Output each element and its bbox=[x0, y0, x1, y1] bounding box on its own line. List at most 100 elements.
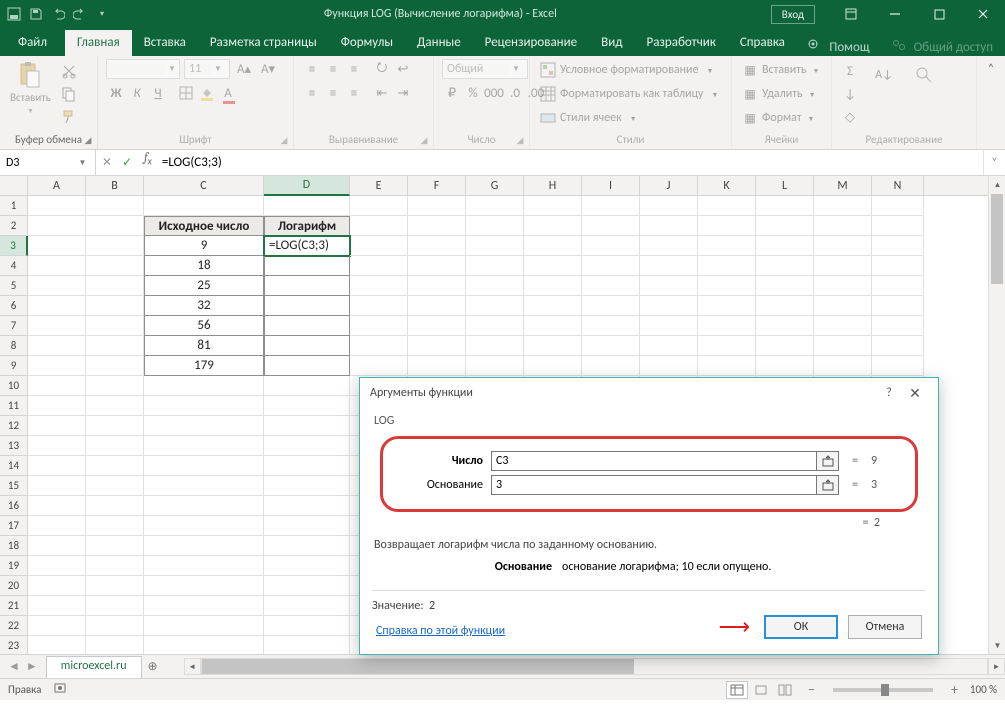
cell[interactable] bbox=[698, 216, 756, 236]
font-color-icon[interactable]: A bbox=[218, 83, 238, 103]
cell[interactable] bbox=[264, 516, 350, 536]
col-header[interactable]: N bbox=[872, 176, 924, 195]
cell[interactable] bbox=[144, 576, 264, 596]
cell[interactable] bbox=[144, 396, 264, 416]
cell[interactable] bbox=[264, 196, 350, 216]
cell[interactable] bbox=[350, 236, 408, 256]
range-picker-icon[interactable] bbox=[817, 475, 839, 495]
row-header[interactable]: 8 bbox=[0, 336, 28, 356]
cell[interactable] bbox=[86, 196, 144, 216]
cell[interactable] bbox=[28, 576, 86, 596]
sheet-tab[interactable]: microexcel.ru bbox=[46, 656, 142, 678]
cell[interactable] bbox=[144, 596, 264, 616]
align-mid-icon[interactable]: ≡ bbox=[323, 59, 343, 79]
tab-file[interactable]: Файл bbox=[0, 30, 65, 56]
autosave-icon[interactable] bbox=[6, 6, 22, 22]
cell[interactable] bbox=[28, 496, 86, 516]
cell[interactable] bbox=[698, 316, 756, 336]
cell[interactable] bbox=[264, 376, 350, 396]
name-box[interactable]: ▼ bbox=[0, 150, 96, 175]
cell[interactable] bbox=[86, 256, 144, 276]
fill-icon[interactable]: ↓ bbox=[840, 84, 860, 104]
chevron-down-icon[interactable]: ▼ bbox=[70, 158, 95, 168]
cell[interactable] bbox=[640, 316, 698, 336]
cell[interactable] bbox=[756, 356, 814, 376]
cell[interactable] bbox=[640, 236, 698, 256]
cell[interactable] bbox=[28, 256, 86, 276]
bold-button[interactable]: Ж bbox=[106, 83, 126, 103]
paste-button[interactable]: Вставить ▼ bbox=[8, 59, 53, 115]
cell[interactable] bbox=[640, 196, 698, 216]
cell[interactable] bbox=[408, 276, 466, 296]
cell[interactable] bbox=[28, 416, 86, 436]
cell[interactable] bbox=[28, 296, 86, 316]
share-icon[interactable] bbox=[892, 38, 906, 56]
scrollbar-thumb[interactable] bbox=[202, 659, 634, 674]
fx-icon[interactable]: fx bbox=[138, 150, 158, 175]
cell[interactable] bbox=[466, 336, 524, 356]
cell[interactable] bbox=[264, 296, 350, 316]
cell[interactable] bbox=[814, 196, 872, 216]
cell[interactable] bbox=[524, 256, 582, 276]
cell[interactable] bbox=[756, 276, 814, 296]
cell[interactable] bbox=[350, 216, 408, 236]
sort-filter-button[interactable]: A↓ bbox=[868, 59, 900, 89]
inc-dec-icon[interactable]: .0 bbox=[505, 83, 525, 103]
cell[interactable] bbox=[28, 636, 86, 654]
find-select-button[interactable] bbox=[908, 59, 940, 89]
cell[interactable] bbox=[466, 296, 524, 316]
format-as-table-button[interactable]: Форматировать как таблицу▼ bbox=[538, 85, 720, 103]
cell[interactable] bbox=[698, 196, 756, 216]
view-page-break-icon[interactable] bbox=[774, 681, 796, 699]
cell[interactable] bbox=[466, 236, 524, 256]
underline-button[interactable]: Ч bbox=[148, 83, 168, 103]
grow-font-icon[interactable]: A▴ bbox=[234, 59, 254, 79]
cell[interactable] bbox=[640, 356, 698, 376]
cell[interactable] bbox=[264, 436, 350, 456]
col-header[interactable]: M bbox=[814, 176, 872, 195]
cell[interactable]: 56 bbox=[144, 316, 264, 336]
format-painter-icon[interactable] bbox=[59, 107, 79, 127]
cell[interactable] bbox=[408, 236, 466, 256]
tab-insert[interactable]: Вставка bbox=[132, 30, 198, 56]
cell[interactable] bbox=[28, 456, 86, 476]
cell[interactable] bbox=[86, 456, 144, 476]
cell[interactable] bbox=[264, 336, 350, 356]
cell[interactable] bbox=[144, 556, 264, 576]
cell[interactable] bbox=[524, 296, 582, 316]
row-header[interactable]: 1 bbox=[0, 196, 28, 216]
cell[interactable] bbox=[872, 296, 924, 316]
cell[interactable] bbox=[144, 616, 264, 636]
tab-next-icon[interactable]: ► bbox=[26, 659, 38, 674]
login-button[interactable]: Вход bbox=[771, 5, 815, 24]
cell[interactable] bbox=[28, 516, 86, 536]
arg2-input[interactable] bbox=[491, 475, 817, 495]
cell[interactable] bbox=[264, 456, 350, 476]
row-header[interactable]: 10 bbox=[0, 376, 28, 396]
macro-record-icon[interactable] bbox=[53, 681, 67, 698]
row-header[interactable]: 22 bbox=[0, 616, 28, 636]
row-header[interactable]: 2 bbox=[0, 216, 28, 236]
tab-layout[interactable]: Разметка страницы bbox=[198, 30, 329, 56]
cell[interactable] bbox=[28, 216, 86, 236]
cell[interactable] bbox=[264, 616, 350, 636]
cell[interactable] bbox=[698, 276, 756, 296]
cell[interactable] bbox=[640, 256, 698, 276]
formula-input[interactable] bbox=[158, 150, 983, 175]
col-header[interactable]: L bbox=[756, 176, 814, 195]
cell[interactable] bbox=[408, 216, 466, 236]
cell[interactable] bbox=[86, 436, 144, 456]
cell[interactable] bbox=[408, 296, 466, 316]
undo-icon[interactable] bbox=[50, 6, 66, 22]
cell[interactable] bbox=[350, 336, 408, 356]
cell[interactable]: 32 bbox=[144, 296, 264, 316]
tellme-icon[interactable] bbox=[807, 38, 821, 56]
zoom-level[interactable]: 100 % bbox=[970, 683, 997, 696]
row-header[interactable]: 16 bbox=[0, 496, 28, 516]
align-bot-icon[interactable]: ≡ bbox=[344, 59, 364, 79]
italic-button[interactable]: К bbox=[127, 83, 147, 103]
row-header[interactable]: 12 bbox=[0, 416, 28, 436]
cell[interactable] bbox=[582, 236, 640, 256]
share-label[interactable]: Общий доступ bbox=[914, 40, 993, 55]
cell[interactable] bbox=[28, 336, 86, 356]
